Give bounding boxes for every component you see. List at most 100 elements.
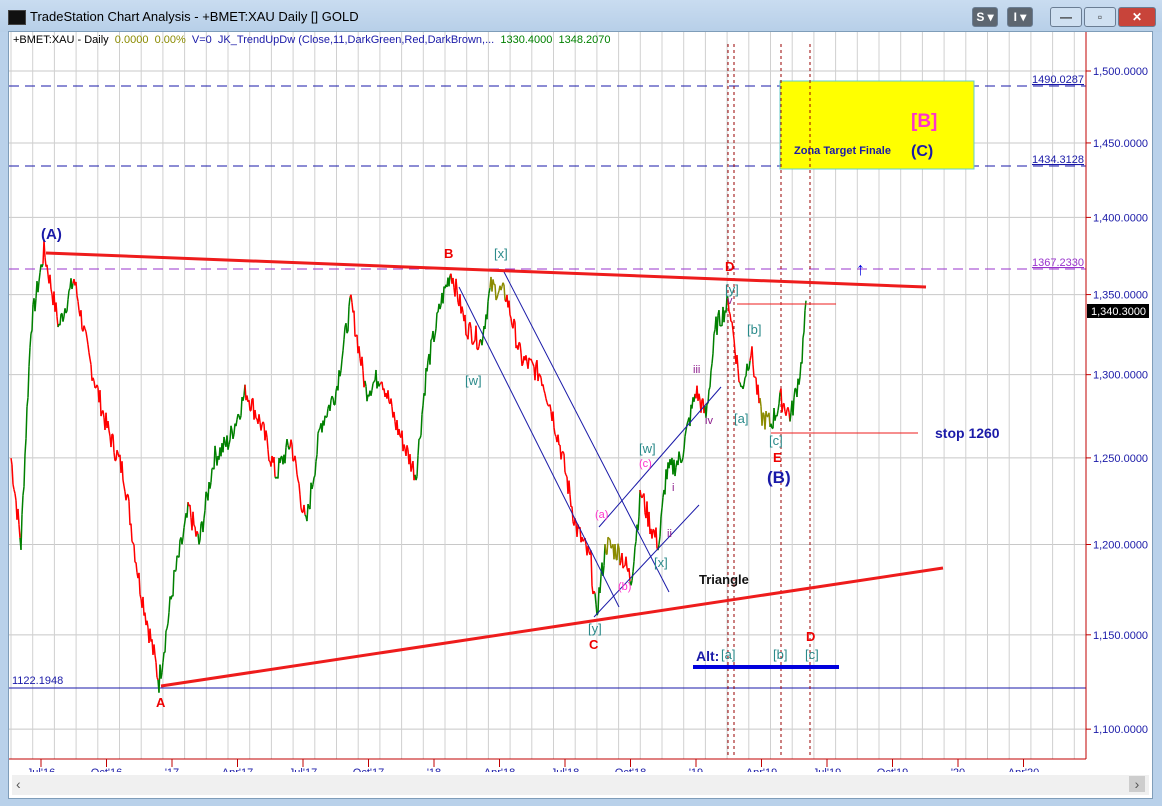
price-bar <box>754 376 757 379</box>
price-bar <box>768 412 771 427</box>
price-bar <box>85 331 88 339</box>
price-bar <box>538 373 541 376</box>
price-bar <box>351 302 354 313</box>
price-bar <box>65 310 68 314</box>
price-bar <box>342 339 345 351</box>
i-menu-button[interactable]: I ▾ <box>1007 7 1033 27</box>
price-bar <box>228 439 231 445</box>
price-bar <box>728 311 731 315</box>
price-bar <box>350 294 353 303</box>
price-bar <box>387 390 390 402</box>
price-bar <box>718 310 721 327</box>
price-bar <box>420 414 423 436</box>
price-bar <box>406 445 409 451</box>
price-bar <box>84 328 87 332</box>
price-bar <box>38 272 41 282</box>
price-bar <box>183 520 186 528</box>
wave-label-b-small: (b) <box>618 581 631 593</box>
price-bar <box>804 300 807 311</box>
time-tick: '20 <box>951 767 965 772</box>
close-button[interactable]: ✕ <box>1118 7 1156 27</box>
price-bar <box>300 507 303 513</box>
price-bar <box>266 437 269 450</box>
price-bar <box>802 331 805 339</box>
price-bar <box>149 628 152 642</box>
s-menu-button[interactable]: S ▾ <box>972 7 998 27</box>
price-bar <box>127 494 130 502</box>
price-bar <box>532 363 535 368</box>
price-bar <box>18 524 21 538</box>
price-bar <box>83 325 86 330</box>
price-bar <box>544 393 547 399</box>
maximize-button[interactable]: ▫ <box>1084 7 1116 27</box>
price-bar <box>403 444 406 449</box>
price-bar <box>738 381 741 384</box>
alt-label-D: D <box>806 629 815 644</box>
price-bar <box>125 494 128 501</box>
price-bar <box>25 406 28 439</box>
price-bar <box>508 300 511 315</box>
price-bar <box>525 355 528 362</box>
horizontal-scrollbar[interactable]: ‹ › <box>12 775 1149 795</box>
symbol: +BMET:XAU - Daily <box>13 34 109 46</box>
price-bar <box>429 339 432 365</box>
wave-label-ii: ii <box>667 528 672 540</box>
price-bar <box>160 672 163 679</box>
price-bar <box>67 290 70 300</box>
price-bar <box>154 655 157 663</box>
price-bar <box>178 539 181 558</box>
price-bar <box>89 358 92 365</box>
price-bar <box>801 337 804 364</box>
price-bar <box>196 531 199 535</box>
time-axis: Jul'16 Oct'16 '17 Apr'17 Jul'17 Oct'17 '18 Apr'… <box>27 759 1039 772</box>
price-bar <box>96 384 99 388</box>
time-tick: Jul'18 <box>551 767 579 772</box>
minimize-button[interactable]: — <box>1050 7 1082 27</box>
indicator[interactable]: JK_TrendUpDw (Close,11,DarkGreen,Red,Dar… <box>218 34 494 46</box>
price-bar <box>684 430 687 437</box>
price-bar <box>434 328 437 336</box>
alt-label-c: [c] <box>805 647 819 662</box>
time-tick: '17 <box>165 767 179 772</box>
price-bar <box>260 424 263 431</box>
scroll-left-icon[interactable]: ‹ <box>16 776 21 792</box>
price-bar <box>86 337 89 345</box>
price-bar <box>390 398 393 407</box>
price-bar <box>557 434 560 446</box>
price-bar <box>138 572 141 595</box>
wave-label-B-big: (B) <box>767 468 791 487</box>
wave-label-c-small: (c) <box>639 458 652 470</box>
price-bar <box>329 399 332 411</box>
chart-window[interactable]: 1490.0287 1434.3128 1367.2330 1122.1948 … <box>8 31 1153 799</box>
price-bar <box>639 489 642 496</box>
scroll-right-icon[interactable]: › <box>1129 776 1145 792</box>
price-bar <box>736 354 739 369</box>
price-bar <box>29 333 32 348</box>
wave-label-a-small: (a) <box>595 509 608 521</box>
price-bar <box>309 482 312 510</box>
time-tick: Jul'19 <box>813 767 841 772</box>
price-bar <box>130 523 133 542</box>
price-bar <box>510 318 513 326</box>
price-bar <box>698 393 701 401</box>
price-bar <box>531 361 534 365</box>
price-bar <box>518 341 521 344</box>
price-bar <box>265 430 268 438</box>
price-bar <box>75 281 78 296</box>
price-bar <box>682 449 685 458</box>
target-zone-label: Zona Target Finale <box>794 145 891 157</box>
price-bar <box>552 411 555 428</box>
price-bar <box>232 433 235 440</box>
price-chart[interactable]: 1490.0287 1434.3128 1367.2330 1122.1948 … <box>9 32 1152 772</box>
price-bar <box>461 306 464 313</box>
price-bar <box>777 403 780 411</box>
price-bar <box>250 398 253 411</box>
price-bar <box>262 421 265 425</box>
price-bar <box>378 383 381 387</box>
price-bar <box>299 494 302 508</box>
price-bar <box>783 403 786 412</box>
price-bar <box>242 395 245 401</box>
wave-label-x2: [x] <box>654 555 668 570</box>
price-tick: 1,450.0000 <box>1093 138 1148 150</box>
app-icon <box>8 10 26 25</box>
